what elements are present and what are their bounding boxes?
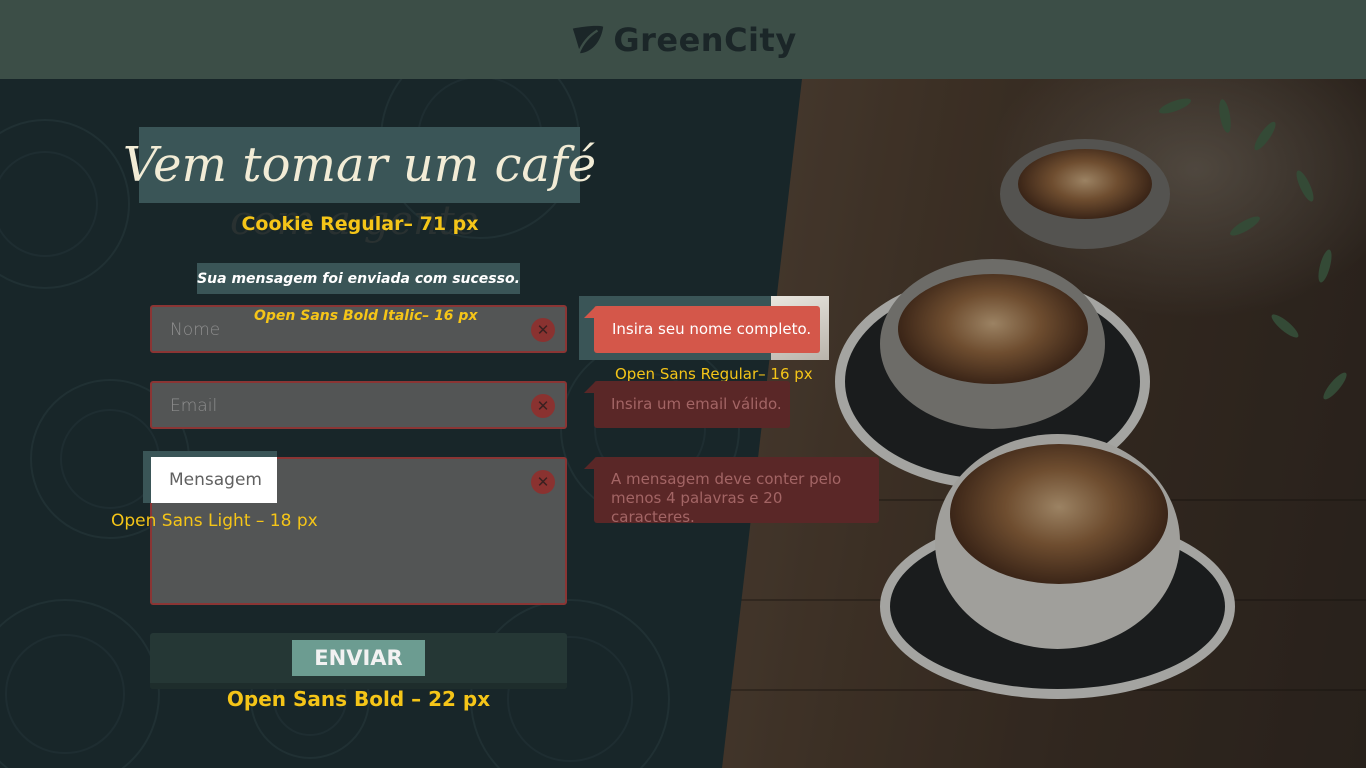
message-error-text: A mensagem deve conter pelo menos 4 pala… — [611, 470, 842, 526]
message-placeholder-highlight: Mensagem — [143, 451, 277, 503]
name-error-text: Insira seu nome completo. — [612, 320, 812, 338]
title-highlight: Vem tomar um café — [123, 127, 596, 203]
email-placeholder: Email — [170, 396, 218, 416]
site-header: GreenCity — [0, 0, 1366, 79]
brand-name: GreenCity — [613, 20, 797, 59]
title-font-annotation: Cookie Regular– 71 px — [241, 213, 479, 235]
button-font-annotation: Open Sans Bold – 22 px — [226, 687, 491, 711]
photo-overlay — [700, 79, 1366, 768]
page-title: Vem tomar um café — [122, 137, 597, 193]
tooltip-arrow — [584, 457, 596, 469]
tooltip-arrow — [584, 381, 596, 393]
tooltip-arrow — [584, 306, 596, 318]
leaf-icon — [573, 25, 604, 54]
email-error-text: Insira um email válido. — [611, 395, 782, 413]
floral-pattern — [0, 599, 160, 768]
floral-pattern — [0, 119, 130, 289]
success-font-annotation: Open Sans Bold Italic– 16 px — [254, 308, 478, 324]
message-placeholder: Mensagem — [169, 470, 262, 490]
coffee-photo — [700, 79, 1366, 768]
name-error-tooltip: Insira seu nome completo. — [584, 306, 820, 353]
email-clear-icon[interactable]: ✕ — [531, 394, 555, 418]
name-clear-icon[interactable]: ✕ — [531, 318, 555, 342]
email-error-tooltip: Insira um email válido. — [584, 381, 790, 428]
name-placeholder: Nome — [170, 320, 221, 340]
brand-logo[interactable]: GreenCity — [569, 21, 796, 59]
message-clear-icon[interactable]: ✕ — [531, 470, 555, 494]
success-message: Sua mensagem foi enviada com sucesso. — [197, 263, 520, 294]
input-font-annotation: Open Sans Light – 18 px — [111, 511, 318, 531]
message-error-tooltip: A mensagem deve conter pelo menos 4 pala… — [584, 457, 879, 526]
submit-button[interactable]: ENVIAR — [150, 633, 567, 689]
submit-label: ENVIAR — [292, 640, 425, 676]
email-field[interactable]: Email ✕ — [150, 381, 567, 429]
